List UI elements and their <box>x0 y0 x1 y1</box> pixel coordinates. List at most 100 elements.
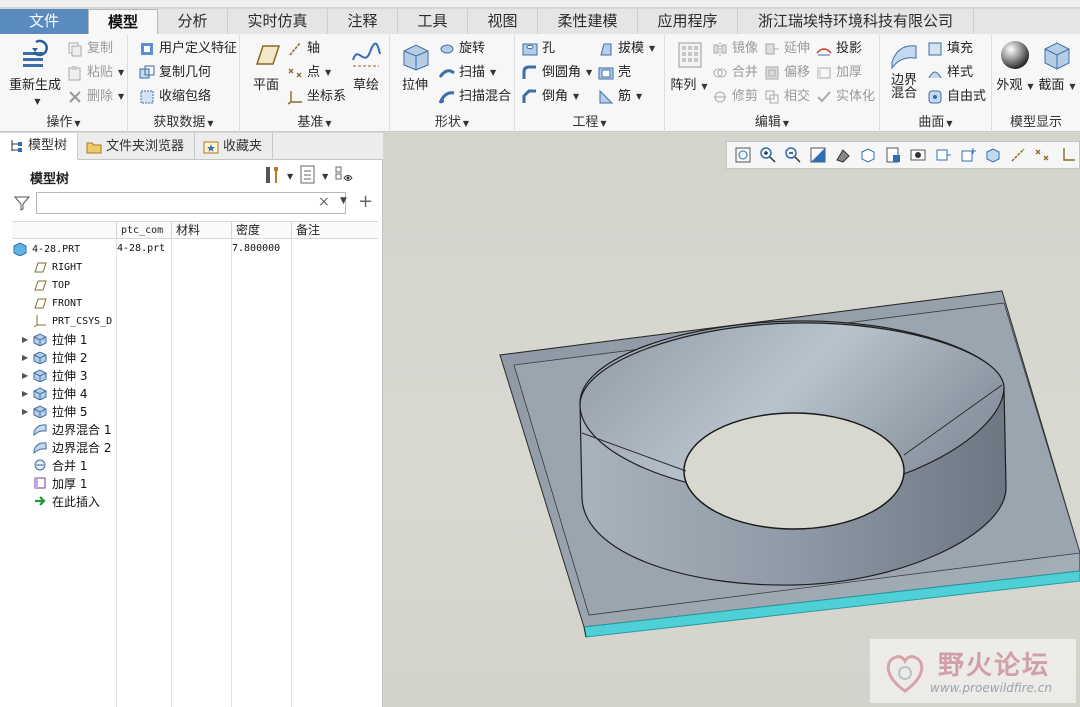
expand-arrow-icon[interactable]: ▶ <box>22 353 32 362</box>
paste-button[interactable]: 粘贴 ▼ <box>66 62 124 84</box>
thicken-button[interactable]: 加厚 <box>815 62 862 84</box>
fill-button[interactable]: 填充 <box>926 38 973 60</box>
tab-company[interactable]: 浙江瑞埃特环境科技有限公司 <box>738 9 974 34</box>
tab-flexible-modeling[interactable]: 柔性建模 <box>538 9 638 34</box>
column-density[interactable]: 密度 <box>231 222 291 239</box>
tree-root-node[interactable]: 4-28.PRT 4-28.prt 7.800000 <box>12 240 378 258</box>
csys-button[interactable]: 坐标系 <box>286 86 346 108</box>
round-label: 倒圆角 <box>542 65 582 80</box>
copy-button[interactable]: 复制 <box>66 38 113 60</box>
tab-applications[interactable]: 应用程序 <box>638 9 738 34</box>
extrude-button[interactable]: 拉伸 <box>394 38 436 93</box>
sweep-button[interactable]: 扫描 ▼ <box>438 62 496 84</box>
swept-blend-button[interactable]: 扫描混合 <box>438 86 511 108</box>
tree-node[interactable]: ▶ 拉伸 1 <box>12 330 378 348</box>
group-label-editing[interactable]: 编辑 ▼ <box>665 111 879 130</box>
extrude-icon <box>32 349 48 365</box>
rib-button[interactable]: 筋 ▼ <box>597 86 642 108</box>
column-ptc-common-name[interactable]: ptc_com <box>116 222 171 239</box>
merge-button[interactable]: 合并 <box>711 62 758 84</box>
tree-node[interactable]: ▶ 拉伸 4 <box>12 384 378 402</box>
tree-node[interactable]: 加厚 1 <box>12 474 378 492</box>
group-datum: 平面 轴 点 ▼ 坐标系 草绘 基准 ▼ <box>240 34 390 132</box>
group-label-model-display[interactable]: 模型显示 <box>992 111 1080 130</box>
group-label-datum[interactable]: 基准 ▼ <box>240 111 389 130</box>
solidify-button[interactable]: 实体化 <box>815 86 875 108</box>
group-label-operations[interactable]: 操作 ▼ <box>0 111 127 130</box>
tab-favorites[interactable]: 收藏夹 <box>195 133 274 160</box>
clear-search-icon[interactable]: × <box>318 194 330 210</box>
column-tree[interactable] <box>12 222 116 239</box>
tree-node[interactable]: ▶ 拉伸 2 <box>12 348 378 366</box>
tree-node[interactable]: ▶ 拉伸 5 <box>12 402 378 420</box>
round-button[interactable]: 倒圆角 ▼ <box>521 62 592 84</box>
tree-node[interactable]: FRONT <box>12 294 378 312</box>
tab-model-tree[interactable]: 模型树 <box>0 133 79 160</box>
graphics-window[interactable]: 野火论坛 www.proewildfire.cn <box>384 133 1080 707</box>
expand-arrow-icon[interactable]: ▶ <box>22 335 32 344</box>
udf-button[interactable]: 用户定义特征 <box>138 38 237 60</box>
tree-filter-button[interactable] <box>334 165 354 187</box>
group-label-shapes[interactable]: 形状 ▼ <box>390 111 514 130</box>
freestyle-button[interactable]: 自由式 <box>926 86 986 108</box>
trim-button[interactable]: 修剪 <box>711 86 758 108</box>
axis-button[interactable]: 轴 <box>286 38 320 60</box>
mirror-button[interactable]: 镜像 <box>711 38 758 60</box>
intersect-icon <box>763 88 781 106</box>
extend-button[interactable]: 延伸 <box>763 38 810 60</box>
column-notes[interactable]: 备注 <box>291 222 378 239</box>
project-button[interactable]: 投影 <box>815 38 862 60</box>
group-label-surfaces[interactable]: 曲面 ▼ <box>880 111 991 130</box>
tree-display-button[interactable]: ▼ <box>299 165 328 187</box>
tree-settings-button[interactable]: ▼ <box>262 165 293 187</box>
hole-button[interactable]: 孔 <box>521 38 555 60</box>
tree-node[interactable]: RIGHT <box>12 258 378 276</box>
expand-arrow-icon[interactable]: ▶ <box>22 371 32 380</box>
group-label-get-data[interactable]: 获取数据 ▼ <box>128 111 239 130</box>
sketch-button[interactable]: 草绘 <box>346 38 386 93</box>
copy-geometry-button[interactable]: 复制几何 <box>138 62 211 84</box>
tree-node[interactable]: 边界混合 2 <box>12 438 378 456</box>
chamfer-button[interactable]: 倒角 ▼ <box>521 86 579 108</box>
tab-view[interactable]: 视图 <box>468 9 538 34</box>
tree-node[interactable]: PRT_CSYS_D <box>12 312 378 330</box>
group-label-engineering[interactable]: 工程 ▼ <box>515 111 664 130</box>
tree-node[interactable]: 在此插入 <box>12 492 378 510</box>
tree-node[interactable]: 边界混合 1 <box>12 420 378 438</box>
plane-button[interactable]: 平面 <box>244 38 288 93</box>
shell-button[interactable]: 壳 <box>597 62 631 84</box>
expand-arrow-icon[interactable]: ▶ <box>22 389 32 398</box>
shrinkwrap-button[interactable]: 收缩包络 <box>138 86 211 108</box>
revolve-button[interactable]: 旋转 <box>438 38 485 60</box>
tab-file[interactable]: 文件 <box>0 9 88 34</box>
pattern-button[interactable]: 阵列 ▼ <box>669 38 709 93</box>
tab-annotate[interactable]: 注释 <box>328 9 398 34</box>
expand-arrow-icon[interactable]: ▶ <box>22 407 32 416</box>
draft-button[interactable]: 拔模 ▼ <box>597 38 655 60</box>
tree-node-label: 在此插入 <box>52 494 101 509</box>
tree-node[interactable]: TOP <box>12 276 378 294</box>
intersect-button[interactable]: 相交 <box>763 86 810 108</box>
tree-node[interactable]: ▶ 拉伸 3 <box>12 366 378 384</box>
tab-model[interactable]: 模型 <box>88 9 158 34</box>
model-tree-title: 模型树 <box>30 172 70 187</box>
offset-button[interactable]: 偏移 <box>763 62 810 84</box>
regenerate-button[interactable]: 重新生成▼ <box>6 38 64 108</box>
tab-live-simulation[interactable]: 实时仿真 <box>228 9 328 34</box>
appearance-button[interactable]: 外观 ▼ <box>994 38 1036 93</box>
group-operations: 重新生成▼ 复制 粘贴 ▼ 删除 ▼ 操作 ▼ <box>0 34 128 132</box>
column-material[interactable]: 材料 <box>171 222 231 239</box>
tab-folder-browser[interactable]: 文件夹浏览器 <box>78 133 196 160</box>
tab-tools[interactable]: 工具 <box>398 9 468 34</box>
point-button[interactable]: 点 ▼ <box>286 62 331 84</box>
search-dropdown-icon[interactable]: ▼ <box>340 196 347 206</box>
delete-button[interactable]: 删除 ▼ <box>66 86 124 108</box>
add-filter-icon[interactable]: + <box>358 191 373 212</box>
style-button[interactable]: 样式 <box>926 62 973 84</box>
section-button[interactable]: 截面 ▼ <box>1036 38 1078 93</box>
part-model-3d[interactable] <box>384 133 1080 707</box>
tree-search-input[interactable] <box>36 192 346 214</box>
tree-node[interactable]: 合并 1 <box>12 456 378 474</box>
tab-analysis[interactable]: 分析 <box>158 9 228 34</box>
boundary-blend-button[interactable]: 边界 混合 <box>884 38 924 100</box>
